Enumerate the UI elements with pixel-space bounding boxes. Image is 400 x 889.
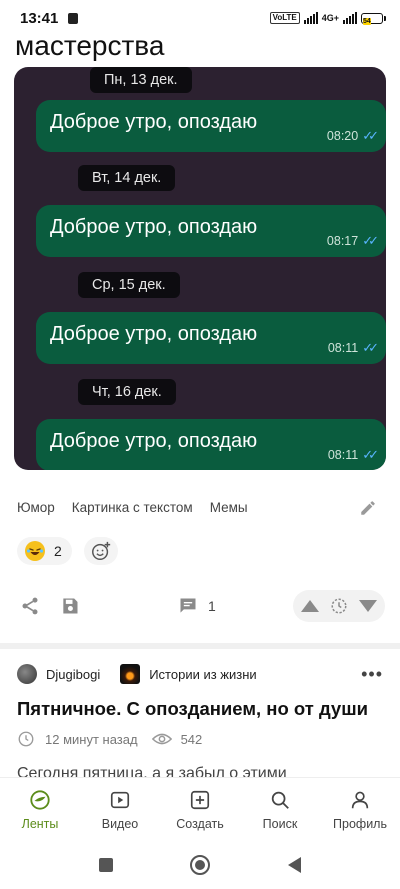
volte-icon: VoLTE (269, 12, 300, 24)
share-icon[interactable] (20, 596, 40, 616)
post-meta: 12 минут назад 542 (17, 730, 202, 748)
comments-count: 1 (208, 598, 216, 614)
bottom-tab-bar: Ленты Видео Создать Поиск Профиль (0, 777, 400, 841)
recents-button[interactable] (98, 858, 113, 872)
battery-icon: 54 (361, 12, 386, 25)
chat-date: Чт, 16 дек. (78, 379, 176, 405)
status-time: 13:41 (20, 9, 59, 27)
video-icon (110, 791, 130, 808)
pencil-icon[interactable] (359, 499, 377, 517)
tab-label: Ленты (21, 816, 59, 831)
post-actions: 1 (0, 590, 400, 622)
system-nav-bar (0, 841, 400, 889)
rating-timer-icon (331, 598, 347, 614)
tab-label: Поиск (262, 816, 298, 831)
network-type: 4G+ (321, 13, 339, 23)
chat-message-text: Доброе утро, опоздаю (50, 323, 258, 345)
tab-label: Создать (176, 816, 224, 831)
avatar[interactable] (17, 664, 37, 684)
vote-box (293, 590, 385, 622)
post-author-row: Djugibogi Истории из жизни ••• (17, 662, 383, 686)
community-icon[interactable] (120, 664, 141, 684)
post-time: 12 минут назад (45, 731, 138, 747)
chat-date: Пн, 13 дек. (90, 67, 192, 93)
create-icon (190, 790, 210, 809)
chat-bubble: Доброе утро, опоздаю 08:11 ✓✓ (36, 312, 386, 364)
post-image[interactable]: Пн, 13 дек. Доброе утро, опоздаю 08:20 ✓✓… (14, 67, 386, 470)
downvote-icon[interactable] (359, 600, 377, 612)
tag-list: Юмор Картинка с текстом Мемы (17, 500, 248, 515)
tab-video[interactable]: Видео (80, 778, 160, 841)
save-icon[interactable] (60, 596, 80, 616)
community-name[interactable]: Истории из жизни (149, 667, 256, 682)
post-title[interactable]: Пятничное. С опозданием, но от души (17, 698, 368, 720)
reaction-count: 2 (54, 543, 62, 559)
tab-profile[interactable]: Профиль (320, 778, 400, 841)
chat-message-text: Доброе утро, опоздаю (50, 430, 258, 452)
chat-message-text: Доброе утро, опоздаю (50, 216, 258, 238)
read-ticks-icon: ✓✓ (362, 447, 379, 462)
chat-message-time: 08:20 (326, 129, 359, 143)
chat-bubble: Доброе утро, опоздаю 08:17 ✓✓ (36, 205, 386, 257)
read-ticks-icon: ✓✓ (362, 233, 379, 248)
clock-icon (18, 731, 34, 747)
upvote-icon[interactable] (301, 600, 319, 612)
read-ticks-icon: ✓✓ (362, 128, 379, 143)
chat-message-time: 08:11 (327, 448, 359, 462)
more-options-icon[interactable]: ••• (361, 664, 383, 685)
comments-button[interactable]: 1 (178, 596, 216, 616)
back-button[interactable] (288, 857, 302, 873)
author-name[interactable]: Djugibogi (46, 667, 100, 682)
search-icon (271, 791, 289, 809)
tag-memes[interactable]: Мемы (210, 500, 248, 515)
home-button[interactable] (190, 855, 211, 875)
chat-message-time: 08:17 (326, 234, 359, 248)
reactions: 2 (17, 537, 118, 565)
comment-icon (180, 598, 196, 613)
chat-bubble: Доброе утро, опоздаю 08:20 ✓✓ (36, 100, 386, 152)
chat-message-text: Доброе утро, опоздаю (50, 111, 258, 133)
read-ticks-icon: ✓✓ (362, 340, 379, 355)
chat-date: Ср, 15 дек. (78, 272, 180, 298)
signal-icon-2 (343, 12, 357, 24)
tab-label: Видео (101, 816, 139, 831)
battery-level: 54 (363, 17, 371, 25)
feed-icon (30, 789, 50, 810)
tab-label: Профиль (333, 816, 387, 831)
chat-message-time: 08:11 (327, 341, 359, 355)
signal-icon (303, 12, 318, 24)
chat-date: Вт, 14 дек. (78, 165, 176, 191)
post-divider (0, 643, 400, 649)
tab-feeds[interactable]: Ленты (0, 778, 80, 841)
reaction-laugh-button[interactable]: 2 (17, 537, 72, 565)
tab-create[interactable]: Создать (160, 778, 240, 841)
profile-icon (351, 791, 369, 808)
tag-humor[interactable]: Юмор (17, 500, 55, 515)
add-reaction-button[interactable] (83, 537, 118, 565)
laughing-emoji-icon (25, 541, 45, 561)
add-emoji-icon (91, 541, 110, 560)
chat-bubble: Доброе утро, опоздаю 08:11 ✓✓ (36, 419, 386, 470)
post-title-partial[interactable]: мастерства (15, 26, 164, 66)
post-views: 542 (180, 731, 203, 747)
notification-icon (68, 12, 79, 24)
eye-icon (151, 733, 172, 745)
status-indicators: VoLTE 4G+ 54 (269, 12, 386, 25)
post-snippet[interactable]: Сегодня пятница, а я забыл о этими (17, 765, 287, 777)
tab-search[interactable]: Поиск (240, 778, 320, 841)
tag-picture-with-text[interactable]: Картинка с текстом (72, 500, 193, 515)
